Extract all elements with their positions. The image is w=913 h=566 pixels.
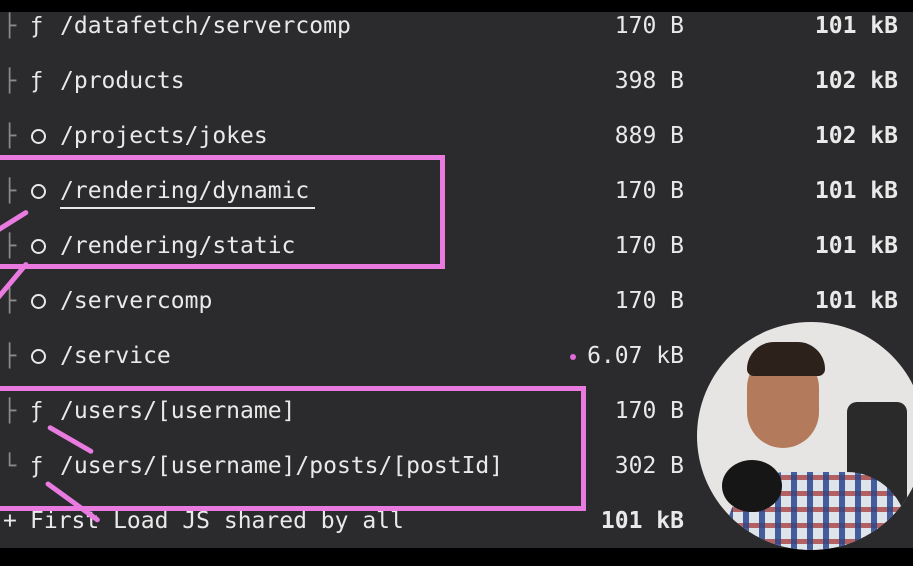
highlight-dot — [570, 354, 576, 360]
route-size: 398 B — [614, 68, 684, 94]
route-row: ├ ƒ /datafetch/servercomp 170 B 101 kB — [0, 12, 913, 54]
static-route-icon: ○ — [31, 294, 46, 309]
route-size: 170 B — [614, 398, 684, 424]
route-first-load: 101 kB — [814, 178, 898, 204]
route-first-load: 101 kB — [814, 233, 898, 259]
route-row: ├ ƒ /products 398 B 102 kB — [0, 54, 913, 109]
static-route-icon: ○ — [31, 349, 46, 364]
route-size: 6.07 kB — [587, 343, 684, 369]
route-size: 170 B — [614, 233, 684, 259]
dynamic-route-icon: ƒ — [30, 69, 44, 94]
route-first-load: 102 kB — [814, 123, 898, 149]
route-first-load: 101 kB — [814, 13, 898, 39]
shared-value: 101 kB — [600, 508, 684, 534]
route-path: /datafetch/servercomp — [60, 13, 351, 39]
route-size: 170 B — [614, 288, 684, 314]
tree-branch-icon: ├ — [3, 14, 17, 39]
tree-branch-icon: ├ — [3, 344, 17, 369]
route-path: /servercomp — [60, 288, 213, 314]
route-size: 302 B — [614, 453, 684, 479]
tree-branch-icon: ├ — [3, 69, 17, 94]
route-path: /products — [60, 68, 185, 94]
route-path: /service — [60, 343, 171, 369]
microphone-icon — [722, 460, 782, 512]
route-first-load: 101 kB — [814, 288, 898, 314]
presenter-webcam — [697, 322, 913, 550]
route-size: 170 B — [614, 178, 684, 204]
route-row: ├ ○ /servercomp 170 B 101 kB — [0, 274, 913, 329]
static-route-icon: ○ — [31, 129, 46, 144]
dynamic-route-icon: ƒ — [30, 14, 44, 39]
annotation-box-rendering — [0, 155, 445, 269]
hair — [747, 342, 825, 376]
route-size: 889 B — [614, 123, 684, 149]
route-size: 170 B — [614, 13, 684, 39]
route-first-load: 102 kB — [814, 68, 898, 94]
